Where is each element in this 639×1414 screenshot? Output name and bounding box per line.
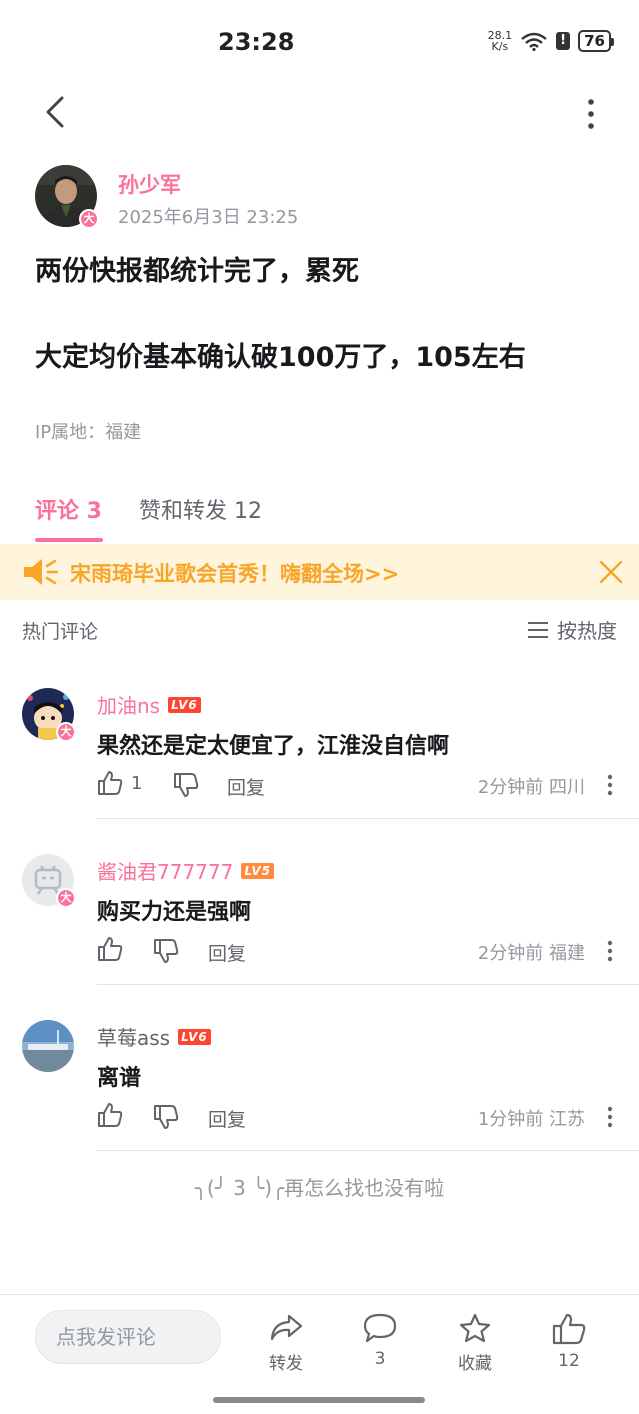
close-icon[interactable] xyxy=(599,560,623,584)
comment-count: 3 xyxy=(374,1349,386,1369)
comments-section-header: 热门评论 按热度 xyxy=(0,613,639,649)
status-icons: 28.1 K/s ! 76 xyxy=(488,30,614,52)
status-time: 23:28 xyxy=(218,28,295,56)
author-name[interactable]: 孙少军 xyxy=(118,169,181,199)
repost-button[interactable]: 转发 xyxy=(256,1313,316,1374)
comment-text: 果然还是定太便宜了，江淮没自信啊 xyxy=(97,734,450,759)
like-button[interactable] xyxy=(97,1102,123,1128)
more-vertical-icon[interactable] xyxy=(607,774,613,796)
thumb-up-icon xyxy=(98,1103,123,1127)
post-text-line: 大定均价基本确认破100万了，105左右 xyxy=(35,342,526,373)
bottom-action-bar: 点我发评论 转发 3 收藏 12 xyxy=(0,1294,639,1414)
network-speed: 28.1 K/s xyxy=(488,30,513,52)
star-icon xyxy=(459,1313,491,1343)
like-count: 1 xyxy=(131,772,143,794)
commenter-name-row: 加油ns LV6 xyxy=(97,690,201,719)
vip-badge: 大 xyxy=(56,722,76,742)
sort-lines-icon xyxy=(528,621,548,638)
tab-active-indicator xyxy=(35,538,103,542)
more-vertical-icon[interactable] xyxy=(607,1106,613,1128)
reply-button[interactable]: 回复 xyxy=(208,1105,246,1132)
commenter-name[interactable]: 加油ns xyxy=(97,690,160,719)
thumb-down-icon[interactable] xyxy=(173,772,199,798)
battery-indicator: 76 xyxy=(578,30,614,52)
comment-meta: 2分钟前 四川 xyxy=(477,777,585,798)
comment-text: 购买力还是强啊 xyxy=(97,900,252,925)
end-of-list-hint: ╮(╯ 3 ╰)╭再怎么找也没有啦 xyxy=(194,1176,445,1200)
comment-item: 大 酱油君777777 LV5 购买力还是强啊 回复 2分钟前 福建 xyxy=(0,854,639,1020)
alert-icon: ! xyxy=(556,32,571,50)
level-badge: LV5 xyxy=(241,862,274,879)
comment-divider xyxy=(97,1150,639,1151)
vip-badge: 大 xyxy=(56,888,76,908)
ip-location: IP属地：福建 xyxy=(35,422,142,443)
sort-button[interactable]: 按热度 xyxy=(527,615,617,644)
comment-actions: 回复 1分钟前 江苏 xyxy=(97,1102,617,1134)
comment-actions: 回复 2分钟前 福建 xyxy=(97,936,617,968)
commenter-avatar-image xyxy=(22,1020,74,1072)
commenter-name-row: 酱油君777777 LV5 xyxy=(97,856,274,885)
post-text-line: 两份快报都统计完了，累死 xyxy=(35,256,359,287)
comment-meta: 1分钟前 江苏 xyxy=(477,1109,585,1130)
thumb-down-icon[interactable] xyxy=(153,1104,179,1130)
comment-item: 草莓ass LV6 离谱 回复 1分钟前 江苏 xyxy=(0,1020,639,1186)
thumb-down-icon[interactable] xyxy=(153,938,179,964)
like-button[interactable] xyxy=(97,936,123,962)
level-badge: LV6 xyxy=(168,696,201,713)
speaker-icon xyxy=(24,559,59,585)
thumb-up-icon xyxy=(98,771,123,795)
vip-badge: 大 xyxy=(79,209,99,229)
like-count: 12 xyxy=(558,1351,580,1371)
wifi-icon xyxy=(521,32,547,51)
commenter-name-row: 草莓ass LV6 xyxy=(97,1022,211,1051)
tab-comments[interactable]: 评论 3 xyxy=(35,493,102,525)
banner-text[interactable]: 宋雨琦毕业歌会首秀！嗨翻全场>> xyxy=(70,558,399,588)
top-nav xyxy=(0,86,639,140)
favorite-button[interactable]: 收藏 xyxy=(445,1313,505,1374)
comment-actions: 1 回复 2分钟前 四川 xyxy=(97,770,617,802)
post-header: 大 孙少军 2025年6月3日 23:25 xyxy=(35,165,605,231)
reply-button[interactable]: 回复 xyxy=(227,773,265,800)
thumb-up-icon xyxy=(98,937,123,961)
more-vertical-icon[interactable] xyxy=(607,940,613,962)
like-post-button[interactable]: 12 xyxy=(539,1313,599,1371)
comment-input[interactable]: 点我发评论 xyxy=(35,1310,221,1364)
network-speed-unit: K/s xyxy=(491,40,509,53)
repost-label: 转发 xyxy=(269,1354,303,1374)
comment-count-button[interactable]: 3 xyxy=(350,1313,410,1369)
status-bar: 23:28 28.1 K/s ! 76 xyxy=(0,0,639,86)
comment-divider xyxy=(97,818,639,819)
share-icon xyxy=(270,1314,303,1341)
commenter-avatar[interactable] xyxy=(22,1020,74,1072)
sort-label: 按热度 xyxy=(557,619,617,643)
comment-text: 离谱 xyxy=(97,1066,142,1091)
promo-banner[interactable]: 宋雨琦毕业歌会首秀！嗨翻全场>> xyxy=(0,544,639,600)
home-indicator[interactable] xyxy=(213,1397,425,1403)
level-badge: LV6 xyxy=(178,1028,211,1045)
reply-button[interactable]: 回复 xyxy=(208,939,246,966)
post-body: 两份快报都统计完了，累死 大定均价基本确认破100万了，105左右 xyxy=(35,253,615,377)
content-tabs: 评论 3 赞和转发 12 xyxy=(35,488,595,544)
like-button[interactable]: 1 xyxy=(97,770,142,796)
tab-likes-reposts[interactable]: 赞和转发 12 xyxy=(139,493,262,525)
post-timestamp: 2025年6月3日 23:25 xyxy=(118,207,299,228)
comment-item: 大 加油ns LV6 果然还是定太便宜了，江淮没自信啊 1 回复 2分钟前 四川 xyxy=(0,688,639,854)
hot-comments-title: 热门评论 xyxy=(22,621,99,643)
commenter-name[interactable]: 草莓ass xyxy=(97,1022,170,1051)
comment-divider xyxy=(97,984,639,985)
back-arrow-icon[interactable] xyxy=(36,92,76,132)
comment-bubble-icon xyxy=(363,1313,397,1343)
commenter-name[interactable]: 酱油君777777 xyxy=(97,856,233,885)
favorite-label: 收藏 xyxy=(458,1354,492,1374)
more-vertical-icon[interactable] xyxy=(579,94,603,134)
thumb-up-icon xyxy=(552,1313,586,1345)
comment-meta: 2分钟前 福建 xyxy=(477,943,585,964)
